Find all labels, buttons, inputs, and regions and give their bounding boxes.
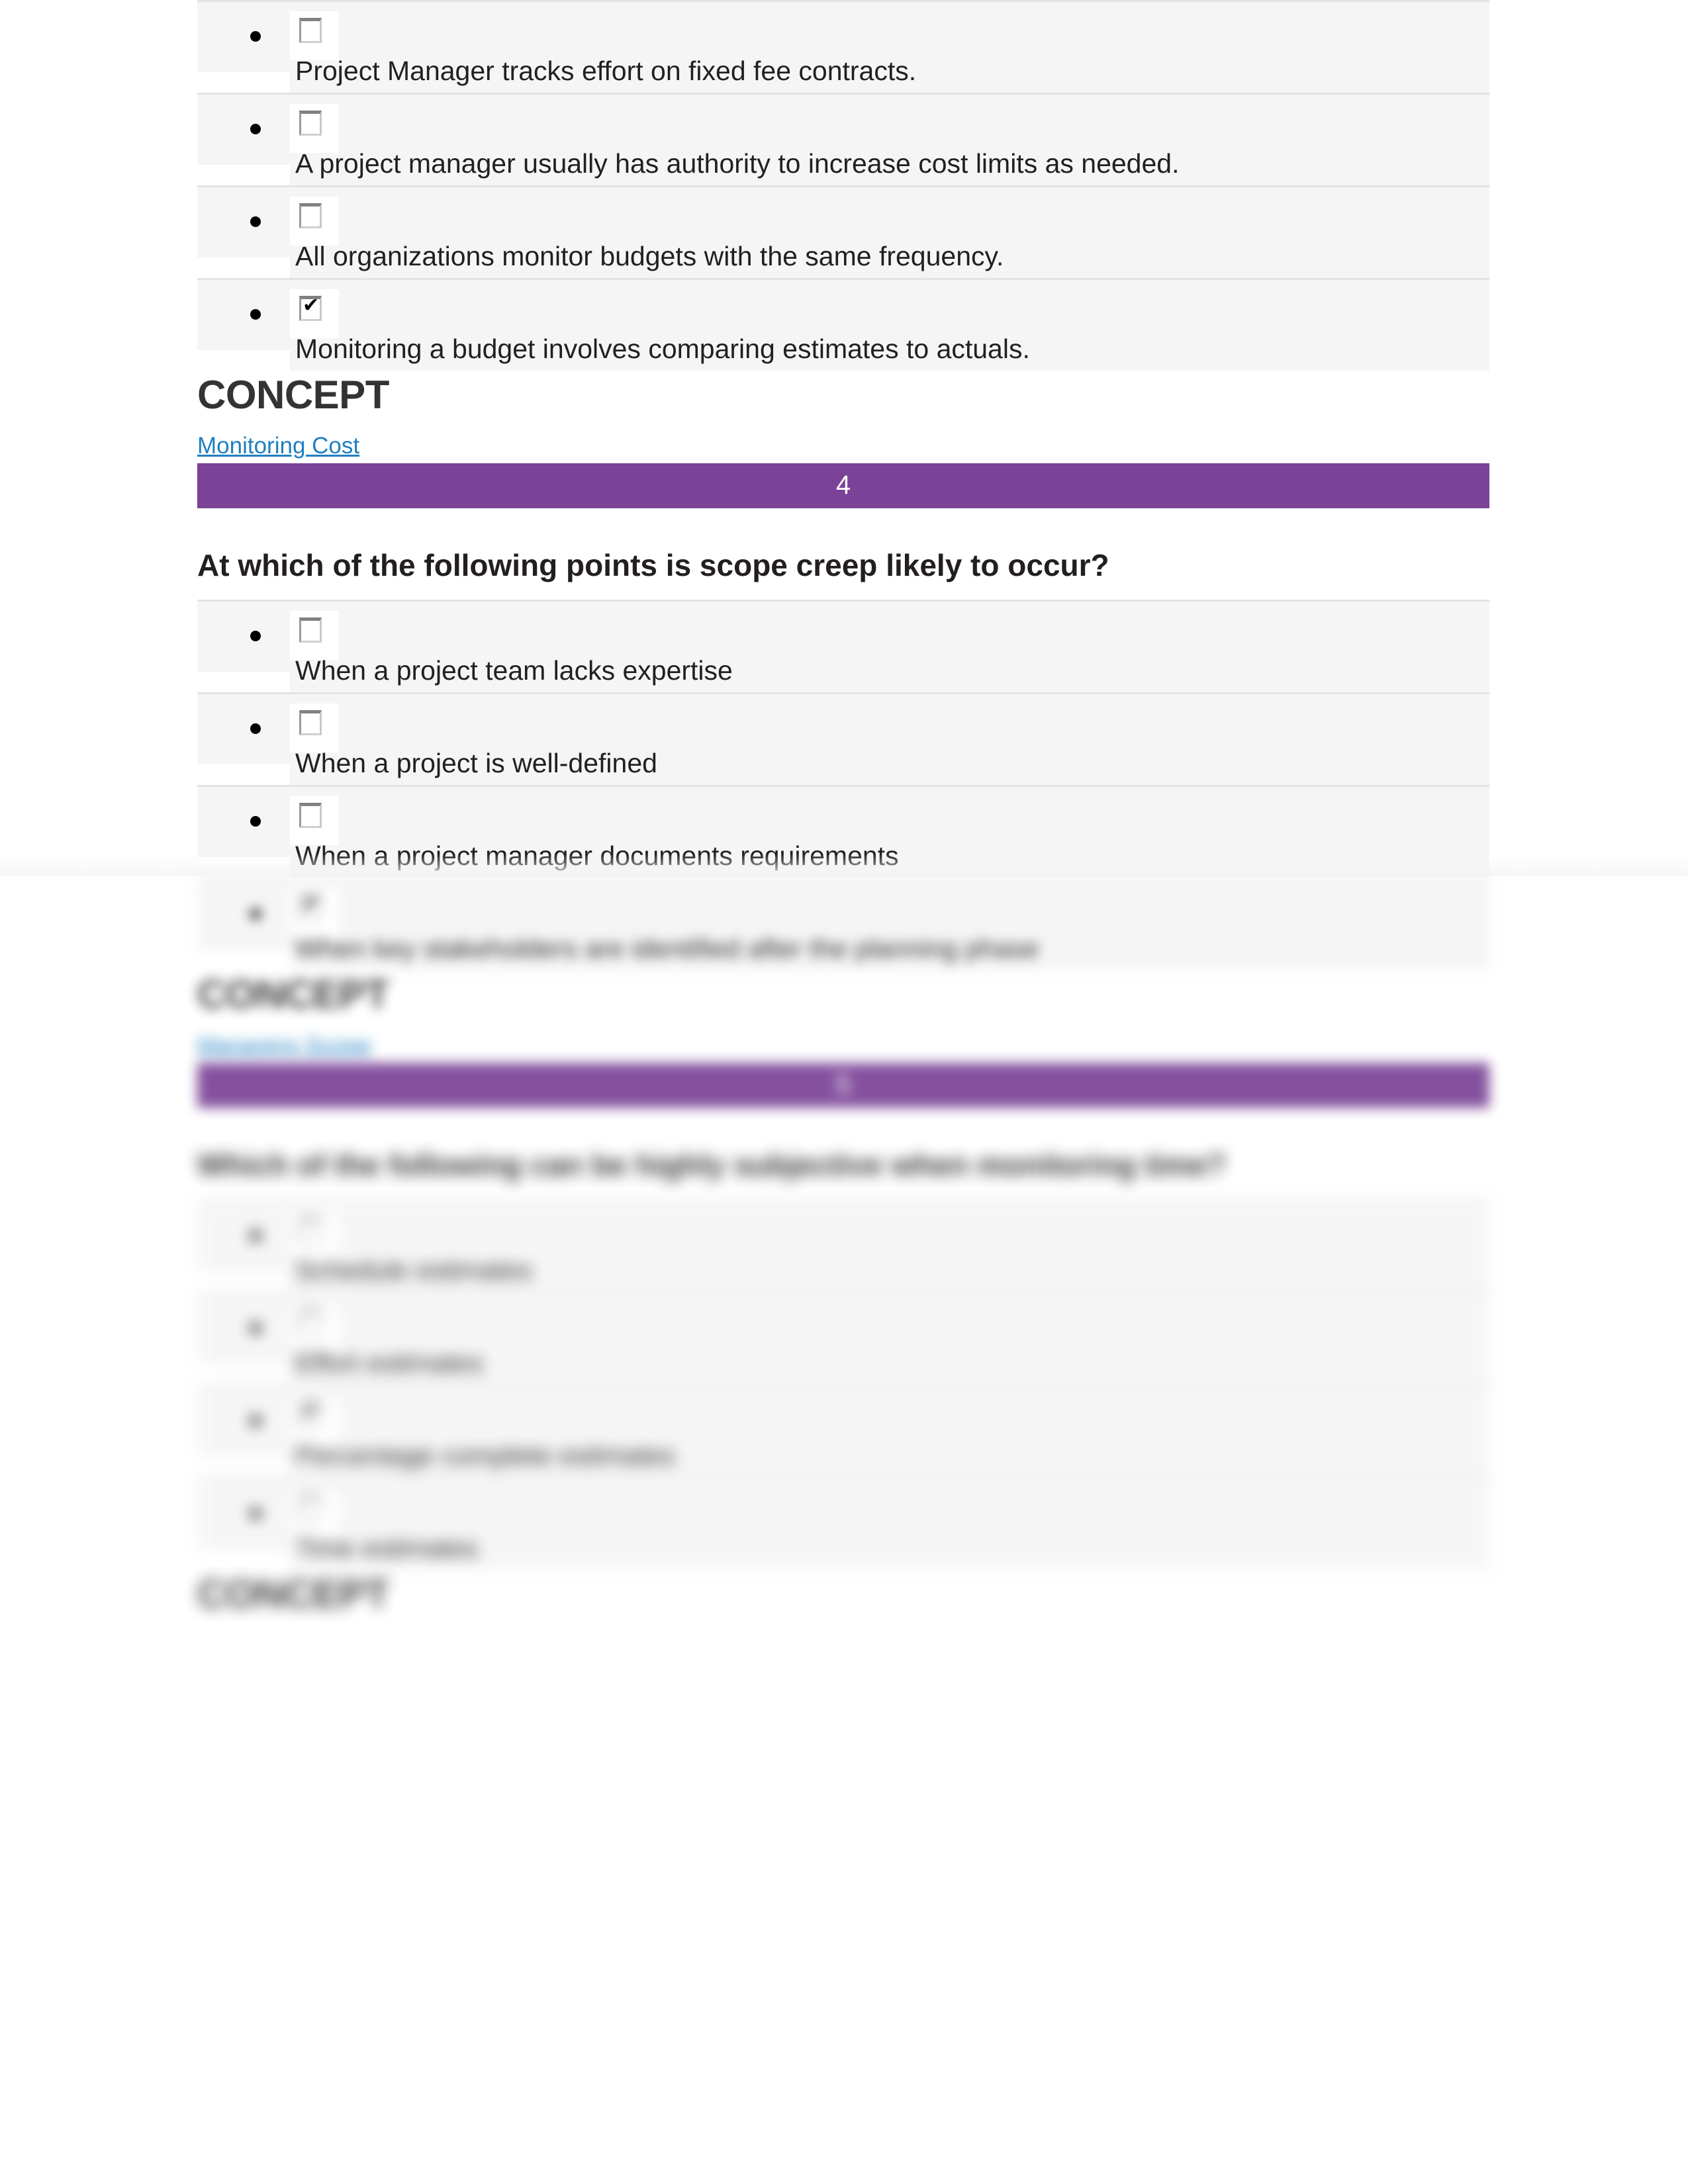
bullet-icon (250, 1230, 261, 1241)
checkbox-checked-icon[interactable] (299, 295, 322, 321)
checkbox-unchecked-icon[interactable] (299, 803, 322, 828)
option-row[interactable]: Monitoring a budget involves comparing e… (197, 278, 1489, 377)
option-row[interactable]: Effort estimates (197, 1292, 1489, 1390)
checkbox-unchecked-icon[interactable] (299, 617, 322, 643)
option-row[interactable]: A project manager usually has authority … (197, 93, 1489, 191)
checkbox-wrapper[interactable] (290, 11, 339, 60)
option-row[interactable]: Schedule estimates (197, 1199, 1489, 1298)
bullet-icon (250, 1416, 261, 1426)
bullet-icon (250, 309, 261, 320)
option-label: Schedule estimates (295, 1255, 532, 1285)
question-three-concept-link[interactable]: Monitoring Cost (197, 432, 359, 461)
option-row[interactable]: All organizations monitor budgets with t… (197, 185, 1489, 284)
checkbox-wrapper[interactable] (290, 611, 339, 660)
row-left-notch (197, 350, 290, 377)
checkbox-wrapper[interactable] (290, 289, 339, 338)
option-row[interactable]: Percentage complete estimates (197, 1385, 1489, 1483)
option-label: A project manager usually has authority … (295, 148, 1180, 179)
option-row[interactable]: When a project team lacks expertise (197, 600, 1489, 698)
bullet-icon (250, 909, 261, 919)
question-three-concept-heading: CONCEPT (197, 373, 389, 417)
blur-fade-overlay (0, 854, 1688, 876)
checkbox-unchecked-icon[interactable] (299, 203, 322, 228)
checkbox-wrapper[interactable] (290, 1396, 339, 1445)
document-content: Project Manager tracks effort on fixed f… (197, 0, 1489, 1616)
document-page: Project Manager tracks effort on fixed f… (0, 0, 1688, 2184)
question-four-concept-heading: CONCEPT (197, 972, 389, 1017)
checkbox-unchecked-icon[interactable] (299, 111, 322, 136)
checkbox-unchecked-icon[interactable] (299, 18, 322, 43)
option-label: Project Manager tracks effort on fixed f… (295, 56, 917, 86)
bullet-icon (250, 124, 261, 134)
checkbox-wrapper[interactable] (290, 796, 339, 845)
bullet-icon (250, 216, 261, 227)
checkbox-wrapper[interactable] (290, 197, 339, 246)
option-label: Monitoring a budget involves comparing e… (295, 334, 1030, 364)
option-label: All organizations monitor budgets with t… (295, 241, 1004, 271)
question-five-prompt: Which of the following can be highly sub… (197, 1148, 1226, 1182)
checkbox-unchecked-icon[interactable] (299, 710, 322, 735)
checkbox-wrapper[interactable] (290, 889, 339, 938)
checkbox-unchecked-icon[interactable] (299, 1310, 322, 1335)
question-four-concept-link[interactable]: Managing Scope (197, 1031, 371, 1060)
option-row[interactable]: Project Manager tracks effort on fixed f… (197, 0, 1489, 99)
checkbox-checked-icon[interactable] (299, 1401, 322, 1428)
checkbox-wrapper[interactable] (290, 1488, 339, 1537)
bullet-icon (250, 31, 261, 42)
question-five-concept-heading: CONCEPT (197, 1572, 389, 1616)
checkbox-wrapper[interactable] (290, 1210, 339, 1259)
bullet-icon (250, 1323, 261, 1334)
checkbox-checked-icon[interactable] (299, 894, 322, 921)
question-five-option-list: Schedule estimates Effort estimates Percen… (197, 1199, 1489, 1576)
bullet-icon (250, 1508, 261, 1519)
option-label: Time estimates (295, 1533, 479, 1563)
option-row[interactable]: When key stakeholders are identified aft… (197, 878, 1489, 976)
option-label: When a project team lacks expertise (295, 655, 733, 686)
question-four-option-list: When a project team lacks expertise When … (197, 600, 1489, 976)
bullet-icon (250, 631, 261, 641)
question-four-number-bar: 4 (197, 463, 1489, 508)
option-label: Percentage complete estimates (295, 1440, 676, 1471)
option-label: When a project is well-defined (295, 748, 657, 778)
question-four-prompt: At which of the following points is scop… (197, 548, 1109, 582)
option-row[interactable]: Time estimates (197, 1477, 1489, 1576)
checkbox-unchecked-icon[interactable] (299, 1495, 322, 1520)
bullet-icon (250, 816, 261, 827)
bullet-icon (250, 723, 261, 734)
checkbox-unchecked-icon[interactable] (299, 1217, 322, 1242)
checkbox-wrapper[interactable] (290, 104, 339, 153)
option-label: When key stakeholders are identified aft… (295, 933, 1039, 964)
checkbox-wrapper[interactable] (290, 1303, 339, 1352)
option-label: Effort estimates (295, 1347, 484, 1378)
option-row[interactable]: When a project is well-defined (197, 692, 1489, 791)
question-five-number-bar: 5 (197, 1063, 1489, 1108)
question-three-option-list: Project Manager tracks effort on fixed f… (197, 0, 1489, 377)
checkbox-wrapper[interactable] (290, 704, 339, 752)
